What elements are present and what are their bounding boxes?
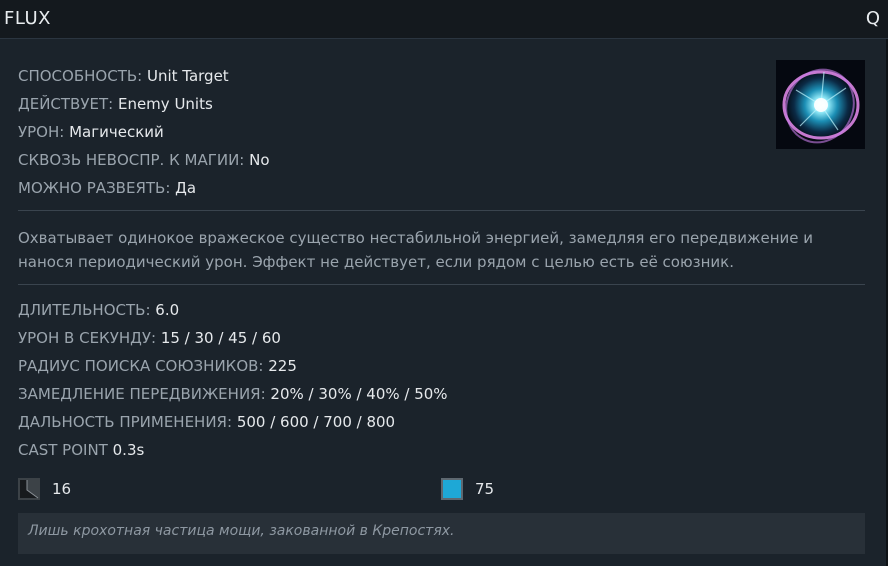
attr-value: Да xyxy=(175,179,197,197)
attr-value: Enemy Units xyxy=(117,95,213,113)
stat-value: 500 / 600 / 700 / 800 xyxy=(236,413,396,431)
stat-value: 20% / 30% / 40% / 50% xyxy=(270,385,448,403)
ability-hotkey: Q xyxy=(865,8,880,29)
attr-damage-type: УРОН: Магический xyxy=(18,118,270,146)
attr-label: МОЖНО РАЗВЕЯТЬ: xyxy=(18,179,171,197)
attr-value: Магический xyxy=(69,123,164,141)
stat-value: 15 / 30 / 45 / 60 xyxy=(160,329,281,347)
attr-value: No xyxy=(249,151,270,169)
attr-affects: ДЕЙСТВУЕТ: Enemy Units xyxy=(18,90,270,118)
stat-label: CAST POINT xyxy=(18,441,108,459)
attr-label: СКВОЗЬ НЕВОСПР. К МАГИИ: xyxy=(18,151,245,169)
attr-pierces-immunity: СКВОЗЬ НЕВОСПР. К МАГИИ: No xyxy=(18,146,270,174)
stat-value: 0.3s xyxy=(112,441,145,459)
divider xyxy=(18,210,865,211)
attr-value: Unit Target xyxy=(146,67,229,85)
stat-search-radius: РАДИУС ПОИСКА СОЮЗНИКОВ: 225 xyxy=(18,352,448,380)
mana-icon xyxy=(441,478,463,500)
cooldown-icon xyxy=(18,478,40,500)
lore-text: Лишь крохотная частица мощи, закованной … xyxy=(18,513,865,554)
ability-tooltip: FLUX Q СПОСОБНОСТЬ: Unit Target ДЕЙСТВУЕ… xyxy=(0,0,888,566)
attr-behavior: СПОСОБНОСТЬ: Unit Target xyxy=(18,62,270,90)
ability-description: Охватывает одинокое вражеское существо н… xyxy=(18,229,814,271)
stat-label: ЗАМЕДЛЕНИЕ ПЕРЕДВИЖЕНИЯ: xyxy=(18,385,266,403)
stat-label: УРОН В СЕКУНДУ: xyxy=(18,329,157,347)
cooldown-value: 16 xyxy=(52,480,72,498)
attr-label: ДЕЙСТВУЕТ: xyxy=(18,95,114,113)
stat-label: РАДИУС ПОИСКА СОЮЗНИКОВ: xyxy=(18,357,264,375)
stat-value: 225 xyxy=(268,357,297,375)
mana-value: 75 xyxy=(475,480,495,498)
stat-cast-point: CAST POINT 0.3s xyxy=(18,436,448,464)
flux-orb-icon xyxy=(776,60,865,149)
stat-label: ДАЛЬНОСТЬ ПРИМЕНЕНИЯ: xyxy=(18,413,233,431)
stat-move-slow: ЗАМЕДЛЕНИЕ ПЕРЕДВИЖЕНИЯ: 20% / 30% / 40%… xyxy=(18,380,448,408)
stat-label: ДЛИТЕЛЬНОСТЬ: xyxy=(18,301,151,319)
ability-attributes: СПОСОБНОСТЬ: Unit Target ДЕЙСТВУЕТ: Enem… xyxy=(18,62,270,202)
ability-name: FLUX xyxy=(4,8,51,29)
attr-label: УРОН: xyxy=(18,123,65,141)
attr-label: СПОСОБНОСТЬ: xyxy=(18,67,143,85)
attr-dispellable: МОЖНО РАЗВЕЯТЬ: Да xyxy=(18,174,270,202)
ability-stats: ДЛИТЕЛЬНОСТЬ: 6.0 УРОН В СЕКУНДУ: 15 / 3… xyxy=(18,296,448,464)
stat-duration: ДЛИТЕЛЬНОСТЬ: 6.0 xyxy=(18,296,448,324)
tooltip-header: FLUX Q xyxy=(0,0,888,39)
cooldown: 16 xyxy=(18,478,71,500)
stat-damage-per-second: УРОН В СЕКУНДУ: 15 / 30 / 45 / 60 xyxy=(18,324,448,352)
stat-value: 6.0 xyxy=(155,301,180,319)
divider xyxy=(18,284,865,285)
stat-cast-range: ДАЛЬНОСТЬ ПРИМЕНЕНИЯ: 500 / 600 / 700 / … xyxy=(18,408,448,436)
mana-cost: 75 xyxy=(441,478,494,500)
